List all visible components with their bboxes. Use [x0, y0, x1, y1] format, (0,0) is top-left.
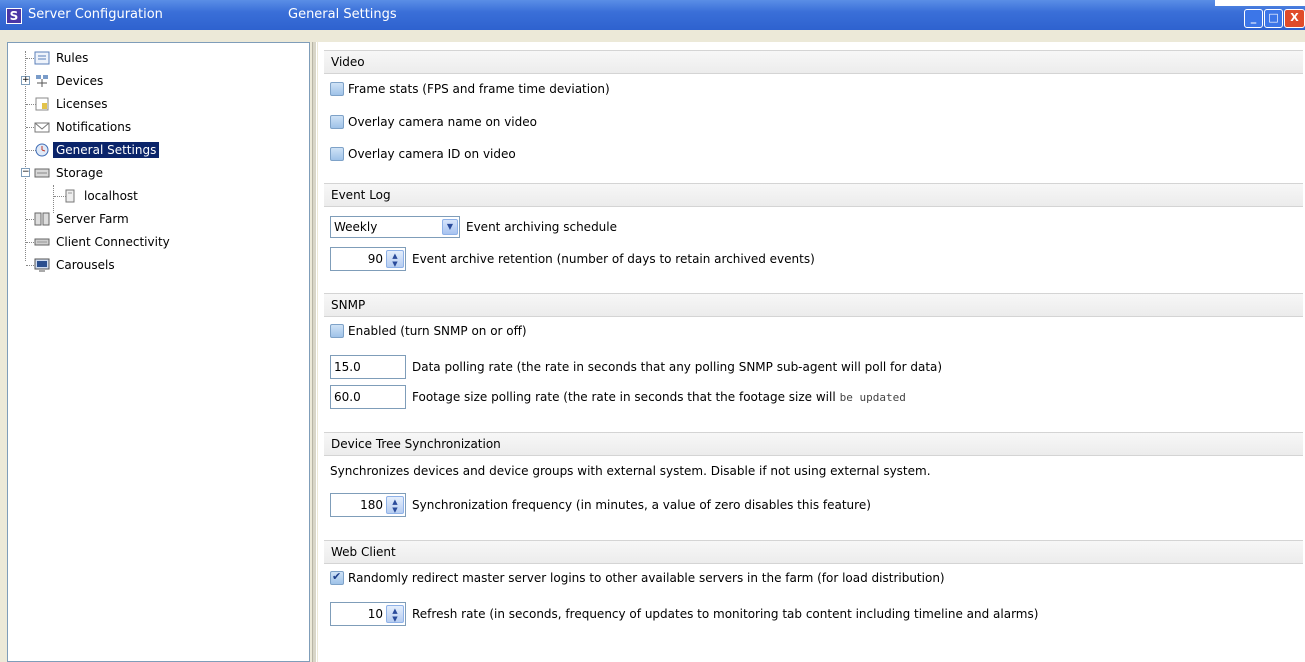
sync-frequency-spinner[interactable]: 180 ▲ ▼ — [330, 493, 406, 517]
footage-polling-label: Footage size polling rate (the rate in s… — [412, 390, 836, 404]
maximize-button[interactable]: □ — [1264, 9, 1283, 28]
tree-item-devices[interactable]: + Devices — [18, 70, 106, 92]
collapse-icon[interactable]: − — [21, 168, 30, 177]
pane-splitter[interactable] — [312, 42, 317, 662]
footage-polling-label-tail: be updated — [839, 390, 906, 404]
tree-item-label: Devices — [56, 74, 104, 88]
footage-polling-input[interactable]: 60.0 — [330, 385, 406, 409]
tree-item-carousels[interactable]: Carousels — [18, 254, 118, 276]
spinner-arrows-icon[interactable]: ▲ ▼ — [386, 250, 404, 268]
spinner-arrows-icon[interactable]: ▲ ▼ — [386, 496, 404, 514]
settings-panel: Video Frame stats (FPS and frame time de… — [318, 42, 1305, 662]
data-polling-input[interactable]: 15.0 — [330, 355, 406, 379]
general-settings-icon — [34, 143, 50, 157]
app-logo-icon: S — [6, 8, 22, 24]
section-header-video: Video — [324, 50, 1303, 74]
rules-icon — [34, 51, 50, 65]
overlay-name-checkbox[interactable] — [330, 115, 344, 129]
overlay-name-label: Overlay camera name on video — [348, 115, 537, 129]
archive-retention-value: 90 — [367, 252, 383, 266]
section-header-device-tree: Device Tree Synchronization — [324, 432, 1303, 456]
close-button[interactable]: X — [1284, 9, 1305, 28]
tree-item-label: General Settings — [53, 142, 160, 158]
overlay-id-option[interactable]: Overlay camera ID on video — [330, 147, 516, 161]
chevron-down-icon[interactable]: ▼ — [442, 219, 458, 235]
tree-item-rules[interactable]: Rules — [18, 47, 91, 69]
refresh-rate-row: 10 ▲ ▼ Refresh rate (in seconds, frequenc… — [330, 602, 1038, 626]
overlay-id-label: Overlay camera ID on video — [348, 147, 516, 161]
tree-item-label: localhost — [84, 189, 138, 203]
redirect-label: Randomly redirect master server logins t… — [348, 571, 945, 585]
refresh-rate-value: 10 — [367, 607, 383, 621]
archiving-schedule-row: Weekly ▼ Event archiving schedule — [330, 216, 617, 238]
footage-polling-row: 60.0 Footage size polling rate (the rate… — [330, 385, 906, 409]
tree-item-label: Client Connectivity — [56, 235, 170, 249]
frame-stats-label: Frame stats (FPS and frame time deviatio… — [348, 82, 610, 96]
page-title: General Settings — [288, 7, 397, 22]
tree-item-label: Storage — [56, 166, 103, 180]
expand-icon[interactable]: + — [21, 76, 30, 85]
overlay-name-option[interactable]: Overlay camera name on video — [330, 115, 537, 129]
archiving-schedule-select[interactable]: Weekly ▼ — [330, 216, 460, 238]
notifications-icon — [34, 120, 50, 134]
tree-item-general-settings[interactable]: General Settings — [18, 139, 160, 161]
client-connectivity-icon — [34, 235, 50, 249]
sync-frequency-value: 180 — [360, 498, 383, 512]
minimize-button[interactable]: _ — [1244, 9, 1263, 28]
licenses-icon — [34, 97, 50, 111]
device-tree-description: Synchronizes devices and device groups w… — [330, 464, 931, 478]
tree-item-licenses[interactable]: Licenses — [18, 93, 111, 115]
archive-retention-row: 90 ▲ ▼ Event archive retention (number of… — [330, 247, 815, 271]
archiving-schedule-label: Event archiving schedule — [466, 220, 618, 234]
archive-retention-spinner[interactable]: 90 ▲ ▼ — [330, 247, 406, 271]
snmp-enabled-option[interactable]: Enabled (turn SNMP on or off) — [330, 324, 527, 338]
section-header-web-client: Web Client — [324, 540, 1303, 564]
server-icon — [62, 189, 78, 203]
tree-item-storage[interactable]: − Storage — [18, 162, 106, 184]
server-farm-icon — [34, 212, 50, 226]
spinner-arrows-icon[interactable]: ▲ ▼ — [386, 605, 404, 623]
tree-item-notifications[interactable]: Notifications — [18, 116, 134, 138]
redirect-option[interactable]: Randomly redirect master server logins t… — [330, 570, 945, 585]
tree-item-client-connectivity[interactable]: Client Connectivity — [18, 231, 173, 253]
frame-stats-option[interactable]: Frame stats (FPS and frame time deviatio… — [330, 82, 610, 96]
data-polling-label: Data polling rate (the rate in seconds t… — [412, 360, 943, 374]
sync-frequency-row: 180 ▲ ▼ Synchronization frequency (in min… — [330, 493, 871, 517]
section-header-event-log: Event Log — [324, 183, 1303, 207]
sync-frequency-label: Synchronization frequency (in minutes, a… — [412, 498, 871, 512]
frame-stats-checkbox[interactable] — [330, 82, 344, 96]
archive-retention-label: Event archive retention (number of days … — [412, 252, 815, 266]
redirect-checkbox[interactable] — [330, 570, 344, 585]
title-bar-edge — [1215, 0, 1305, 6]
tree-item-label: Licenses — [56, 97, 108, 111]
devices-icon — [34, 74, 50, 88]
snmp-enabled-checkbox[interactable] — [330, 324, 344, 338]
overlay-id-checkbox[interactable] — [330, 147, 344, 161]
data-polling-row: 15.0 Data polling rate (the rate in seco… — [330, 355, 942, 379]
tree-item-server-farm[interactable]: Server Farm — [18, 208, 132, 230]
refresh-rate-label: Refresh rate (in seconds, frequency of u… — [412, 607, 1039, 621]
tree-item-label: Rules — [56, 51, 89, 65]
tree-item-localhost[interactable]: localhost — [46, 185, 141, 207]
app-title: Server Configuration — [28, 7, 163, 22]
refresh-rate-spinner[interactable]: 10 ▲ ▼ — [330, 602, 406, 626]
snmp-enabled-label: Enabled (turn SNMP on or off) — [348, 324, 527, 338]
storage-icon — [34, 166, 50, 180]
section-header-snmp: SNMP — [324, 293, 1303, 317]
tree-item-label: Notifications — [56, 120, 132, 134]
navigation-tree: Rules + Devices Licenses Notifications G… — [7, 42, 310, 662]
carousels-icon — [34, 258, 50, 272]
archiving-schedule-value: Weekly — [334, 220, 378, 234]
title-bar: S Server Configuration General Settings … — [0, 0, 1305, 30]
tree-item-label: Carousels — [56, 258, 115, 272]
tree-item-label: Server Farm — [56, 212, 129, 226]
